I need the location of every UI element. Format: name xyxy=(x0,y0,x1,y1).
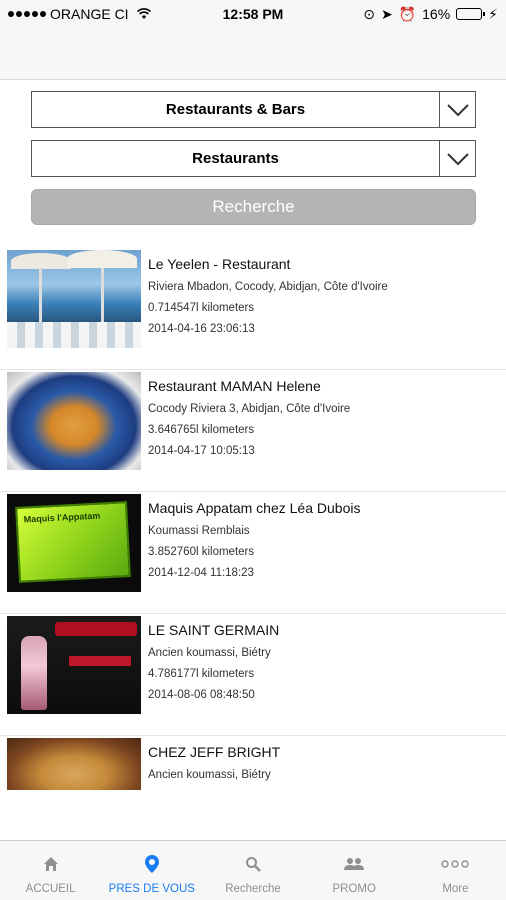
more-icon xyxy=(441,855,470,873)
tab-label: More xyxy=(442,883,469,895)
restaurant-date: 2014-04-17 10:05:13 xyxy=(148,445,255,457)
category-select[interactable]: Restaurants & Bars xyxy=(31,91,476,128)
subcategory-select-value: Restaurants xyxy=(192,150,279,167)
status-right: ⊙ ➤ ⏰ 16% ⚡ xyxy=(363,6,498,23)
list-item[interactable]: Le Yeelen - Restaurant Riviera Mbadon, C… xyxy=(0,248,506,370)
navigation-header xyxy=(0,28,506,80)
restaurant-info: Restaurant MAMAN Helene Cocody Riviera 3… xyxy=(148,370,350,491)
tab-accueil[interactable]: ACCUEIL xyxy=(0,841,101,900)
restaurant-name: LE SAINT GERMAIN xyxy=(148,622,280,638)
carrier-label: ORANGE CI xyxy=(50,6,129,22)
home-icon xyxy=(43,855,59,873)
subcategory-select[interactable]: Restaurants xyxy=(31,140,476,177)
tab-label: Recherche xyxy=(225,883,281,895)
tab-promo[interactable]: PROMO xyxy=(304,841,405,900)
search-icon xyxy=(245,855,261,873)
restaurant-info: Le Yeelen - Restaurant Riviera Mbadon, C… xyxy=(148,248,388,369)
people-icon xyxy=(344,855,365,873)
tab-label: PROMO xyxy=(332,883,376,895)
location-arrow-icon: ➤ xyxy=(380,5,393,22)
restaurant-name: Restaurant MAMAN Helene xyxy=(148,378,321,394)
restaurant-name: Maquis Appatam chez Léa Dubois xyxy=(148,500,361,516)
charging-icon: ⚡ xyxy=(488,5,498,22)
restaurant-date: 2014-04-16 23:06:13 xyxy=(148,323,255,335)
tab-recherche[interactable]: Recherche xyxy=(202,841,303,900)
restaurant-distance: 4.786177l kilometers xyxy=(148,668,255,680)
list-item[interactable]: CHEZ JEFF BRIGHT Ancien koumassi, Biétry xyxy=(0,736,506,790)
restaurant-address: Riviera Mbadon, Cocody, Abidjan, Côte d'… xyxy=(148,281,388,293)
battery-icon xyxy=(456,8,486,20)
restaurant-thumbnail xyxy=(7,738,141,790)
tab-more[interactable]: More xyxy=(405,841,506,900)
lock-rotation-icon: ⊙ xyxy=(363,5,375,22)
tab-label: PRES DE VOUS xyxy=(108,883,195,895)
restaurant-name: Le Yeelen - Restaurant xyxy=(148,256,291,272)
tab-bar: ACCUEIL PRES DE VOUS Recherche PROMO Mor… xyxy=(0,840,506,900)
tab-label: ACCUEIL xyxy=(25,883,76,895)
list-item[interactable]: Restaurant MAMAN Helene Cocody Riviera 3… xyxy=(0,370,506,492)
restaurant-address: Koumassi Remblais xyxy=(148,525,250,537)
chevron-down-icon[interactable] xyxy=(439,92,475,127)
restaurant-address: Ancien koumassi, Biétry xyxy=(148,769,271,781)
restaurant-distance: 0.714547l kilometers xyxy=(148,302,255,314)
restaurant-distance: 3.646765l kilometers xyxy=(148,424,255,436)
battery-percent: 16% xyxy=(422,6,451,22)
restaurant-address: Ancien koumassi, Biétry xyxy=(148,647,271,659)
restaurant-info: LE SAINT GERMAIN Ancien koumassi, Biétry… xyxy=(148,614,279,735)
restaurant-info: Maquis Appatam chez Léa Dubois Koumassi … xyxy=(148,492,360,613)
tab-pres-de-vous[interactable]: PRES DE VOUS xyxy=(101,841,202,900)
restaurant-distance: 3.852760l kilometers xyxy=(148,546,255,558)
restaurant-thumbnail xyxy=(7,250,141,348)
restaurant-thumbnail xyxy=(7,372,141,470)
restaurant-info: CHEZ JEFF BRIGHT Ancien koumassi, Biétry xyxy=(148,736,280,788)
restaurant-thumbnail: Maquis l'Appatam xyxy=(7,494,141,592)
status-left: ORANGE CI xyxy=(8,6,208,22)
list-item[interactable]: Maquis l'Appatam Maquis Appatam chez Léa… xyxy=(0,492,506,614)
restaurant-thumbnail xyxy=(7,616,141,714)
chevron-down-icon[interactable] xyxy=(439,141,475,176)
category-select-value: Restaurants & Bars xyxy=(165,101,306,118)
restaurant-address: Cocody Riviera 3, Abidjan, Côte d'Ivoire xyxy=(148,403,351,415)
signal-icon xyxy=(8,11,46,17)
wifi-icon xyxy=(136,8,151,19)
list-item[interactable]: LE SAINT GERMAIN Ancien koumassi, Biétry… xyxy=(0,614,506,736)
restaurant-name: CHEZ JEFF BRIGHT xyxy=(148,744,281,760)
location-pin-icon xyxy=(144,855,159,873)
results-list: Le Yeelen - Restaurant Riviera Mbadon, C… xyxy=(0,248,506,790)
status-bar: ORANGE CI 12:58 PM ⊙ ➤ ⏰ 16% ⚡ xyxy=(0,0,506,28)
search-button[interactable]: Recherche xyxy=(31,189,476,225)
alarm-icon: ⏰ xyxy=(398,5,417,22)
restaurant-date: 2014-08-06 08:48:50 xyxy=(148,689,255,701)
restaurant-date: 2014-12-04 11:18:23 xyxy=(148,567,254,579)
